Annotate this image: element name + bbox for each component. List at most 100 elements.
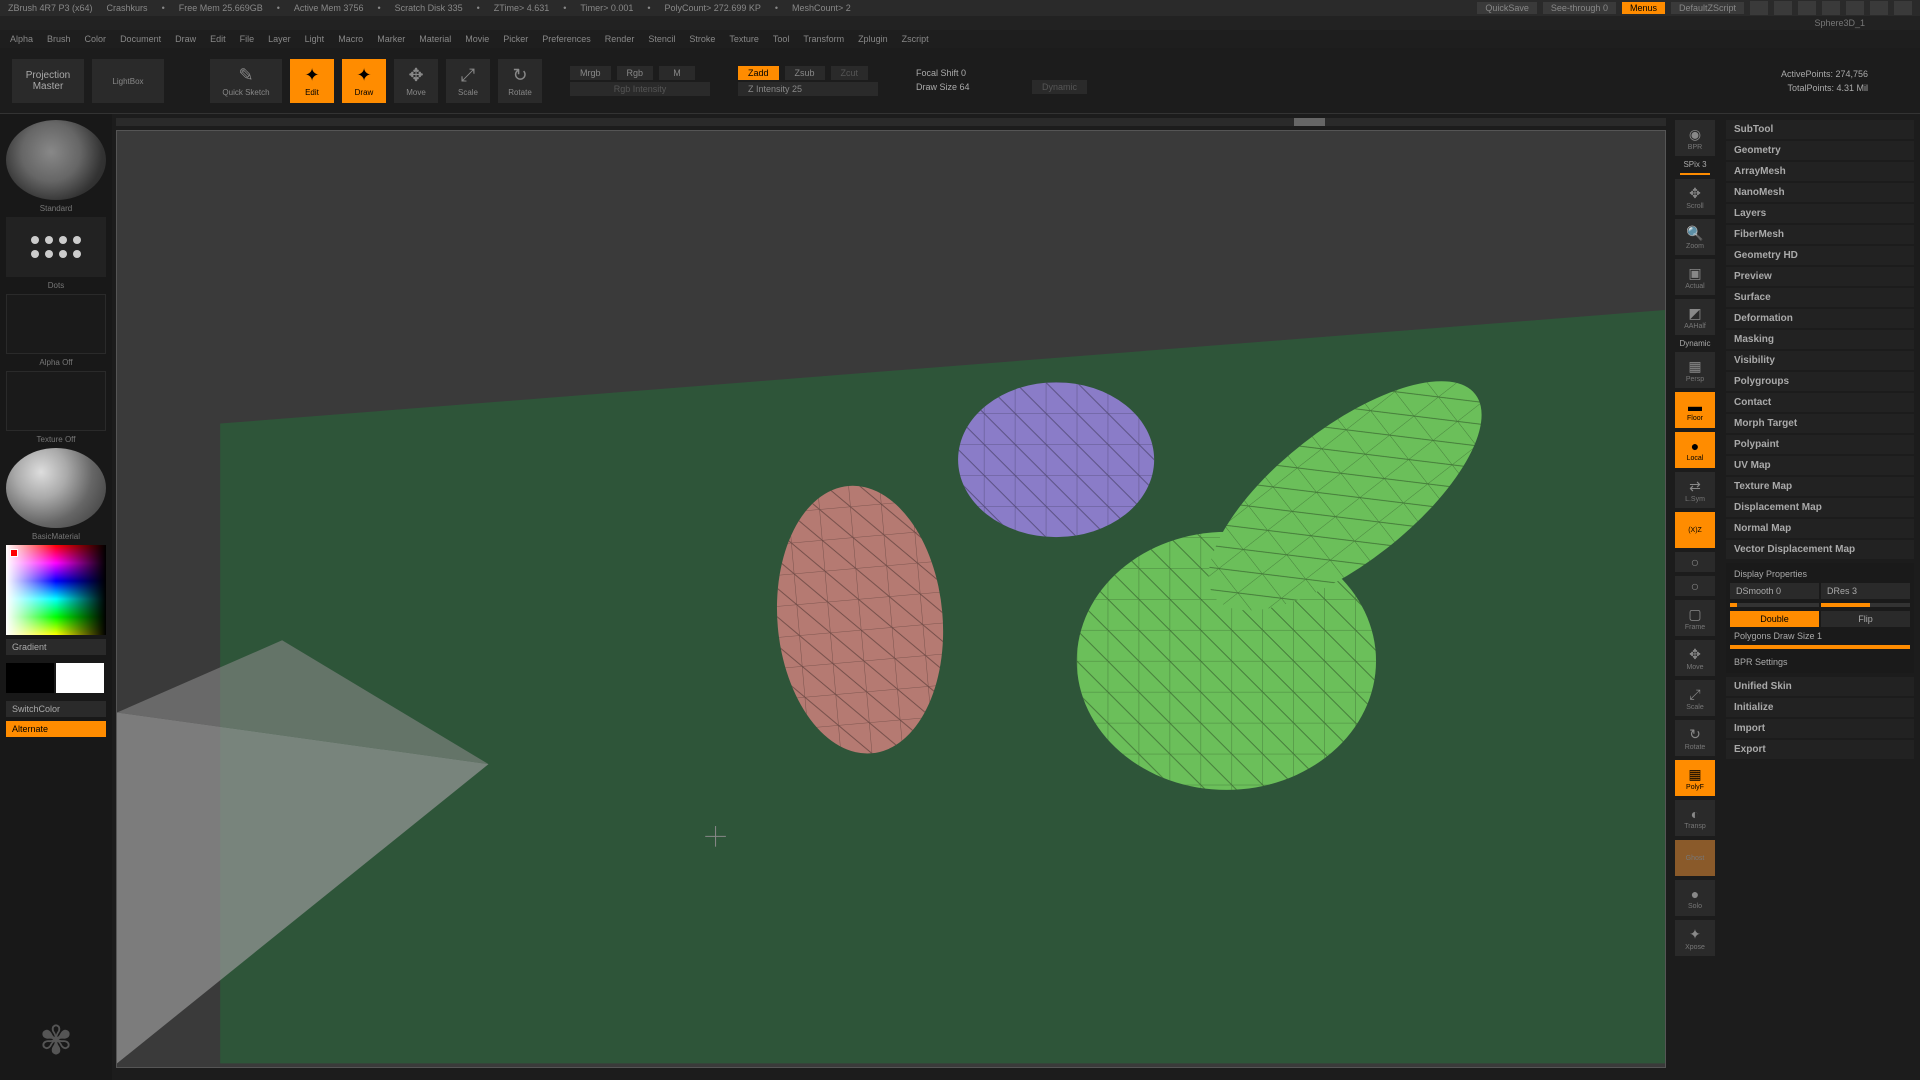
rgb-button[interactable]: Rgb [617,66,654,80]
double-button[interactable]: Double [1730,611,1819,627]
display-properties-header[interactable]: Display Properties [1730,567,1910,581]
panel-surface[interactable]: Surface [1726,288,1914,307]
secondary-color-swatch[interactable] [6,663,54,693]
menu-layer[interactable]: Layer [268,34,291,44]
seethrough-button[interactable]: See-through 0 [1543,2,1616,14]
panel-fibermesh[interactable]: FiberMesh [1726,225,1914,244]
zadd-button[interactable]: Zadd [738,66,779,80]
menu-render[interactable]: Render [605,34,635,44]
solo-button[interactable]: ●Solo [1675,880,1715,916]
panel-morphtarget[interactable]: Morph Target [1726,414,1914,433]
menu-zscript[interactable]: Zscript [902,34,929,44]
rgb-intensity-slider[interactable]: Rgb Intensity [570,82,710,96]
floor-button[interactable]: ▬Floor [1675,392,1715,428]
polyf-button[interactable]: ▦PolyF [1675,760,1715,796]
color-picker[interactable] [6,545,106,635]
panel-normalmap[interactable]: Normal Map [1726,519,1914,538]
dynamic-button[interactable]: Dynamic [1032,80,1087,94]
panel-preview[interactable]: Preview [1726,267,1914,286]
z-intensity-slider[interactable]: Z Intensity 25 [738,82,878,96]
flip-button[interactable]: Flip [1821,611,1910,627]
panel-polypaint[interactable]: Polypaint [1726,435,1914,454]
close-icon[interactable] [1894,1,1912,15]
panel-initialize[interactable]: Initialize [1726,698,1914,717]
move-button[interactable]: ✥Move [394,59,438,103]
panel-texturemap[interactable]: Texture Map [1726,477,1914,496]
brush-preview[interactable] [6,120,106,200]
lightbox-button[interactable]: LightBox [92,59,164,103]
draw-button[interactable]: ✦Draw [342,59,386,103]
canvas-scrollbar[interactable] [116,118,1666,126]
persp-button[interactable]: ▦Persp [1675,352,1715,388]
menu-marker[interactable]: Marker [377,34,405,44]
rotate-button[interactable]: ↻Rotate [498,59,542,103]
win-icon-4[interactable] [1822,1,1840,15]
focal-shift-label[interactable]: Focal Shift 0 [916,68,1026,78]
menu-picker[interactable]: Picker [503,34,528,44]
scale-button[interactable]: ⤢Scale [446,59,490,103]
texture-slot[interactable] [6,371,106,431]
win-icon-3[interactable] [1798,1,1816,15]
quicksketch-button[interactable]: ✎ Quick Sketch [210,59,282,103]
dres-slider[interactable]: DRes 3 [1821,583,1910,599]
win-icon-1[interactable] [1750,1,1768,15]
frame-button[interactable]: ▢Frame [1675,600,1715,636]
edit-button[interactable]: ✦Edit [290,59,334,103]
menu-color[interactable]: Color [85,34,107,44]
spix-label[interactable]: SPix 3 [1683,160,1706,169]
xyz-button[interactable]: (X)Z [1675,512,1715,548]
menu-file[interactable]: File [240,34,255,44]
panel-geometryhd[interactable]: Geometry HD [1726,246,1914,265]
switchcolor-button[interactable]: SwitchColor [6,701,106,717]
panel-layers[interactable]: Layers [1726,204,1914,223]
rotate-nav-button[interactable]: ↻Rotate [1675,720,1715,756]
material-preview[interactable] [6,448,106,528]
move-nav-button[interactable]: ✥Move [1675,640,1715,676]
panel-contact[interactable]: Contact [1726,393,1914,412]
scale-nav-button[interactable]: ⤢Scale [1675,680,1715,716]
alpha-slot[interactable] [6,294,106,354]
menu-material[interactable]: Material [419,34,451,44]
menu-transform[interactable]: Transform [803,34,844,44]
mrgb-button[interactable]: Mrgb [570,66,611,80]
menus-button[interactable]: Menus [1622,2,1665,14]
gradient-button[interactable]: Gradient [6,639,106,655]
menu-edit[interactable]: Edit [210,34,226,44]
panel-displacementmap[interactable]: Displacement Map [1726,498,1914,517]
menu-texture[interactable]: Texture [729,34,759,44]
menu-document[interactable]: Document [120,34,161,44]
polydrawsize-label[interactable]: Polygons Draw Size 1 [1730,629,1910,643]
actual-button[interactable]: ▣Actual [1675,259,1715,295]
menu-tool[interactable]: Tool [773,34,790,44]
panel-visibility[interactable]: Visibility [1726,351,1914,370]
menu-brush[interactable]: Brush [47,34,71,44]
zcut-button[interactable]: Zcut [831,66,869,80]
axis-1[interactable]: ○ [1675,552,1715,572]
menu-movie[interactable]: Movie [465,34,489,44]
aahalf-button[interactable]: ◩AAHalf [1675,299,1715,335]
menu-draw[interactable]: Draw [175,34,196,44]
menu-macro[interactable]: Macro [338,34,363,44]
panel-deformation[interactable]: Deformation [1726,309,1914,328]
stroke-preview[interactable] [6,217,106,277]
viewport[interactable] [116,130,1666,1068]
menu-alpha[interactable]: Alpha [10,34,33,44]
alternate-button[interactable]: Alternate [6,721,106,737]
bpr-button[interactable]: ◉BPR [1675,120,1715,156]
zoom-button[interactable]: 🔍Zoom [1675,219,1715,255]
maximize-icon[interactable] [1870,1,1888,15]
panel-nanomesh[interactable]: NanoMesh [1726,183,1914,202]
panel-masking[interactable]: Masking [1726,330,1914,349]
panel-arraymesh[interactable]: ArrayMesh [1726,162,1914,181]
menu-light[interactable]: Light [305,34,325,44]
panel-export[interactable]: Export [1726,740,1914,759]
bpr-settings-header[interactable]: BPR Settings [1730,655,1910,669]
menu-zplugin[interactable]: Zplugin [858,34,888,44]
zsub-button[interactable]: Zsub [785,66,825,80]
panel-subtool[interactable]: SubTool [1726,120,1914,139]
panel-uvmap[interactable]: UV Map [1726,456,1914,475]
dsmooth-slider[interactable]: DSmooth 0 [1730,583,1819,599]
panel-geometry[interactable]: Geometry [1726,141,1914,160]
lsym-button[interactable]: ⇄L.Sym [1675,472,1715,508]
menu-preferences[interactable]: Preferences [542,34,591,44]
